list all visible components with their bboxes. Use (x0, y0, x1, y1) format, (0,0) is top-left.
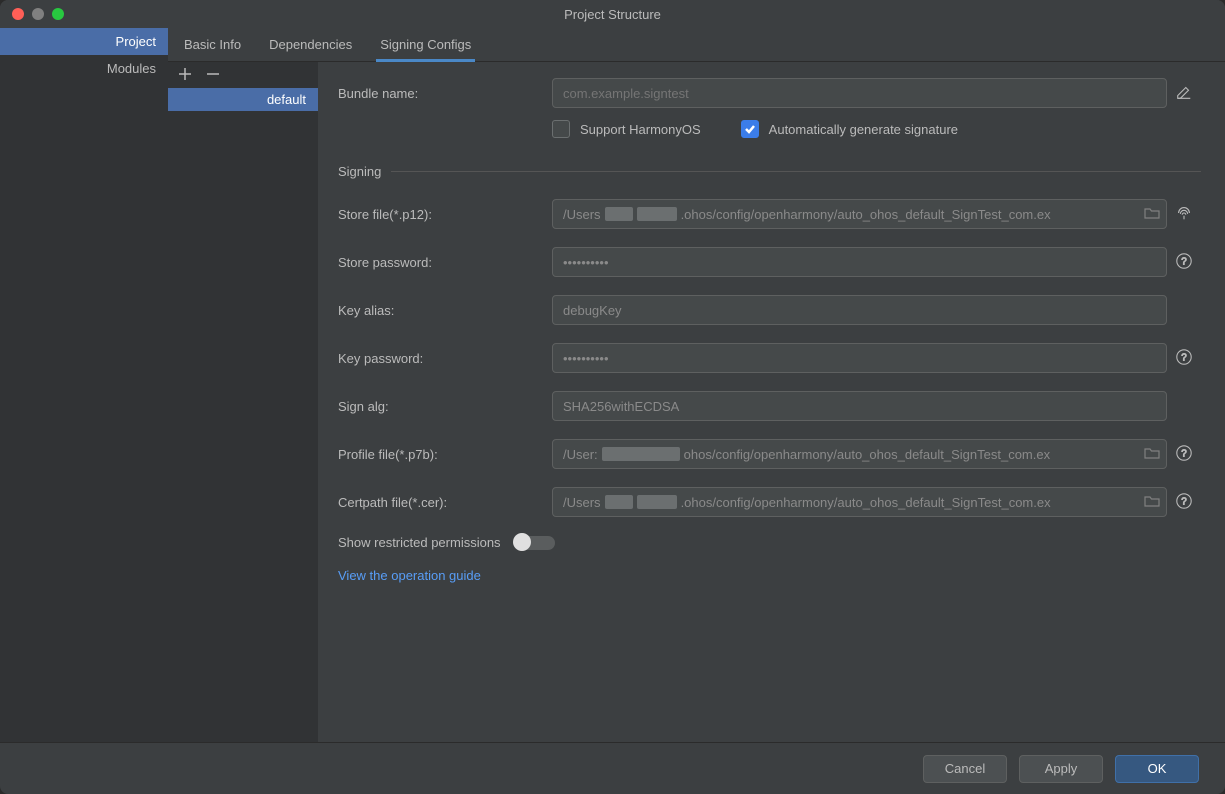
window-title: Project Structure (0, 7, 1225, 22)
store-file-label: Store file(*.p12): (338, 207, 552, 222)
store-password-input[interactable] (552, 247, 1167, 277)
checkbox-label: Automatically generate signature (769, 122, 958, 137)
folder-icon[interactable] (1144, 446, 1160, 463)
tab-signing-configs[interactable]: Signing Configs (376, 29, 475, 61)
operation-guide-link[interactable]: View the operation guide (338, 568, 481, 583)
certpath-file-label: Certpath file(*.cer): (338, 495, 552, 510)
profile-file-label: Profile file(*.p7b): (338, 447, 552, 462)
sidebar-item-project[interactable]: Project (0, 28, 168, 55)
svg-text:?: ? (1181, 256, 1187, 267)
main-area: Basic Info Dependencies Signing Configs (168, 28, 1225, 742)
help-icon[interactable]: ? (1175, 444, 1193, 465)
signing-section-label: Signing (338, 164, 391, 179)
sidebar-item-modules[interactable]: Modules (0, 55, 168, 82)
config-list-item-default[interactable]: default (168, 88, 318, 111)
redacted-text (637, 495, 677, 509)
minimize-window-button[interactable] (32, 8, 44, 20)
config-list-tools (168, 62, 318, 88)
certpath-file-input[interactable]: /Users .ohos/config/openharmony/auto_oho… (552, 487, 1167, 517)
sidebar-item-label: Modules (107, 61, 156, 76)
config-list-item-label: default (267, 92, 306, 107)
sign-alg-label: Sign alg: (338, 399, 552, 414)
auto-generate-signature-checkbox[interactable]: Automatically generate signature (741, 120, 958, 138)
divider (391, 171, 1201, 172)
redacted-text (605, 207, 633, 221)
checkbox-label: Support HarmonyOS (580, 122, 701, 137)
sign-alg-input[interactable] (552, 391, 1167, 421)
left-sidebar: Project Modules (0, 28, 168, 742)
window-controls (0, 8, 64, 20)
sidebar-item-label: Project (116, 34, 156, 49)
store-file-input[interactable]: /Users .ohos/config/openharmony/auto_oho… (552, 199, 1167, 229)
maximize-window-button[interactable] (52, 8, 64, 20)
svg-text:?: ? (1181, 352, 1187, 363)
config-list-panel: default (168, 62, 318, 742)
key-alias-input[interactable] (552, 295, 1167, 325)
tabs: Basic Info Dependencies Signing Configs (168, 28, 1225, 62)
support-harmonyos-checkbox[interactable]: Support HarmonyOS (552, 120, 701, 138)
titlebar: Project Structure (0, 0, 1225, 28)
restricted-permissions-toggle[interactable] (515, 536, 555, 550)
redacted-text (637, 207, 677, 221)
form-area: Bundle name: (318, 62, 1225, 742)
redacted-text (602, 447, 680, 461)
bundle-name-input[interactable] (552, 78, 1167, 108)
help-icon[interactable]: ? (1175, 348, 1193, 369)
key-password-label: Key password: (338, 351, 552, 366)
folder-icon[interactable] (1144, 494, 1160, 511)
checkbox-box (552, 120, 570, 138)
store-password-label: Store password: (338, 255, 552, 270)
cancel-button[interactable]: Cancel (923, 755, 1007, 783)
edit-icon[interactable] (1175, 83, 1193, 104)
fingerprint-icon[interactable] (1175, 204, 1193, 225)
key-password-input[interactable] (552, 343, 1167, 373)
tab-label: Signing Configs (380, 37, 471, 52)
folder-icon[interactable] (1144, 206, 1160, 223)
tab-label: Basic Info (184, 37, 241, 52)
tab-basic-info[interactable]: Basic Info (180, 29, 245, 61)
svg-text:?: ? (1181, 448, 1187, 459)
restricted-permissions-label: Show restricted permissions (338, 535, 501, 550)
close-window-button[interactable] (12, 8, 24, 20)
bundle-name-label: Bundle name: (338, 86, 552, 101)
redacted-text (605, 495, 633, 509)
add-config-button[interactable] (178, 67, 192, 84)
key-alias-label: Key alias: (338, 303, 552, 318)
dialog-footer: Cancel Apply OK (0, 742, 1225, 794)
tab-dependencies[interactable]: Dependencies (265, 29, 356, 61)
help-icon[interactable]: ? (1175, 252, 1193, 273)
profile-file-input[interactable]: /User: ohos/config/openharmony/auto_ohos… (552, 439, 1167, 469)
help-icon[interactable]: ? (1175, 492, 1193, 513)
remove-config-button[interactable] (206, 67, 220, 84)
checkbox-box (741, 120, 759, 138)
tab-label: Dependencies (269, 37, 352, 52)
project-structure-window: Project Structure Project Modules Basic … (0, 0, 1225, 794)
svg-text:?: ? (1181, 496, 1187, 507)
ok-button[interactable]: OK (1115, 755, 1199, 783)
apply-button[interactable]: Apply (1019, 755, 1103, 783)
